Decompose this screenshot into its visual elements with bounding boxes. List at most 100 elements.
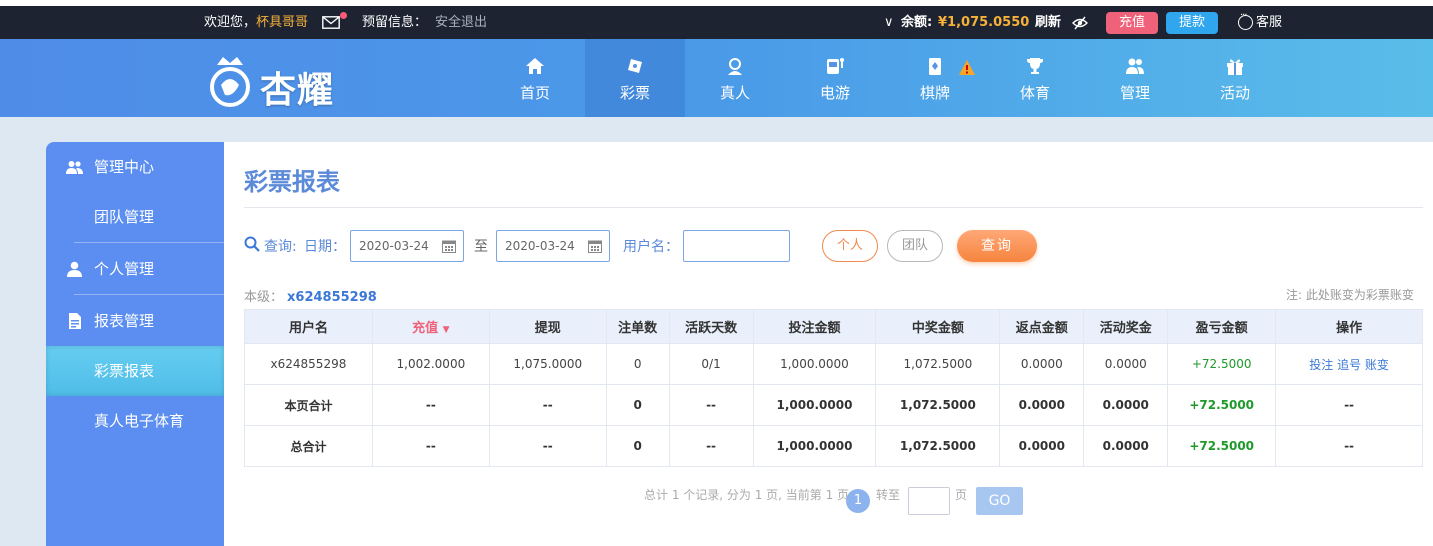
page-total-rebate: 0.0000 xyxy=(999,384,1085,426)
query-label: 查询: xyxy=(264,239,297,255)
grand-total-orders: 0 xyxy=(605,425,670,467)
col-profit-loss[interactable]: 盈亏金额 xyxy=(1167,309,1277,344)
date-from-input[interactable]: 2020-03-24 xyxy=(350,230,464,262)
level-user[interactable]: x624855298 xyxy=(287,290,377,305)
grand-total-bet: 1,000.0000 xyxy=(752,425,877,467)
nav-slots[interactable]: 电游 xyxy=(785,39,885,117)
slot-machine-icon xyxy=(827,58,844,74)
col-recharge-label: 充值 xyxy=(412,321,439,336)
live-dealer-icon xyxy=(728,58,742,75)
balance-value: ¥1,075.0550 xyxy=(938,15,1030,30)
col-win-amount[interactable]: 中奖金额 xyxy=(875,309,1001,344)
chase-link[interactable]: 追号 xyxy=(1337,358,1361,372)
calendar-icon[interactable] xyxy=(588,239,602,253)
team-button[interactable]: 团队 xyxy=(887,230,943,262)
col-event-bonus[interactable]: 活动奖金 xyxy=(1083,309,1169,344)
nickname[interactable]: 杯具哥哥 xyxy=(256,15,308,30)
refresh-link[interactable]: 刷新 xyxy=(1035,6,1061,39)
sidebar-group-management[interactable]: 管理中心 xyxy=(46,142,224,192)
sidebar-item-team-label: 团队管理 xyxy=(94,208,155,226)
sidebar-item-lottery-report[interactable]: 彩票报表 xyxy=(46,346,224,396)
sidebar-divider xyxy=(74,294,224,295)
withdraw-button[interactable]: 提款 xyxy=(1166,12,1218,34)
col-active-days[interactable]: 活跃天数 xyxy=(668,309,754,344)
report-icon xyxy=(69,313,81,329)
welcome-text: 欢迎您，杯具哥哥 xyxy=(204,6,308,39)
cell-event-bonus: 0.0000 xyxy=(1083,343,1169,385)
pager-page-unit: 页 xyxy=(955,488,968,502)
sidebar-divider xyxy=(74,242,224,243)
unread-dot xyxy=(340,12,347,19)
main-nav: 杏耀 首页 彩票 真人 电游 棋牌 体育 管理 活动 xyxy=(0,39,1433,117)
page-total-row: 本页合计 -- -- 0 -- 1,000.0000 1,072.5000 0.… xyxy=(244,384,1423,426)
customer-service-link[interactable]: 客服 xyxy=(1256,6,1282,39)
grand-total-rebate: 0.0000 xyxy=(999,425,1085,467)
username-input[interactable] xyxy=(683,230,790,262)
grand-total-withdraw: -- xyxy=(488,425,607,467)
users-icon xyxy=(1126,58,1144,74)
nav-home[interactable]: 首页 xyxy=(485,39,585,117)
sidebar-item-lottery-report-label: 彩票报表 xyxy=(94,362,155,380)
logo-text: 杏耀 xyxy=(260,70,335,111)
team-icon xyxy=(66,161,83,174)
logo-emblem-icon xyxy=(210,57,250,107)
page-total-withdraw: -- xyxy=(488,384,607,426)
bet-link[interactable]: 投注 xyxy=(1309,358,1333,372)
sidebar-group-reports[interactable]: 报表管理 xyxy=(46,296,224,346)
col-orders[interactable]: 注单数 xyxy=(605,309,670,344)
pager-goto-input[interactable] xyxy=(908,487,950,515)
username-label: 用户名： xyxy=(623,239,679,255)
title-divider xyxy=(244,207,1423,208)
nav-live-label: 真人 xyxy=(719,84,750,102)
chat-icon[interactable] xyxy=(1238,10,1253,30)
sidebar: 管理中心 团队管理 个人管理 报表管理 彩票报表 真人电子体育 xyxy=(46,142,224,546)
page-total-bonus: 0.0000 xyxy=(1083,384,1169,426)
col-recharge[interactable]: 充值 ▼ xyxy=(371,309,490,344)
pager-current-page[interactable]: 1 xyxy=(846,489,870,513)
personal-button[interactable]: 个人 xyxy=(822,230,878,262)
grand-total-bonus: 0.0000 xyxy=(1083,425,1169,467)
col-actions: 操作 xyxy=(1275,309,1423,344)
pager-goto-label: 转至 xyxy=(876,488,901,502)
notice-label: 预留信息： xyxy=(362,15,428,30)
nav-manage[interactable]: 管理 xyxy=(1085,39,1185,117)
nav-events[interactable]: 活动 xyxy=(1185,39,1285,117)
sidebar-item-live-electronic-sports-label: 真人电子体育 xyxy=(94,412,185,430)
page-total-win: 1,072.5000 xyxy=(875,384,1001,426)
balance-label: 余额: xyxy=(901,15,933,30)
logout-link[interactable]: 安全退出 xyxy=(435,6,487,39)
nav-live[interactable]: 真人 xyxy=(685,39,785,117)
sidebar-group-personal[interactable]: 个人管理 xyxy=(46,244,224,294)
sidebar-item-live-electronic-sports[interactable]: 真人电子体育 xyxy=(46,396,224,446)
logo[interactable]: 杏耀 xyxy=(205,47,355,111)
nav-cards[interactable]: 棋牌 xyxy=(885,39,985,117)
col-rebate-amount[interactable]: 返点金额 xyxy=(999,309,1085,344)
sidebar-group-management-label: 管理中心 xyxy=(94,158,155,176)
mail-icon[interactable] xyxy=(322,16,340,29)
cell-rebate-amount: 0.0000 xyxy=(999,343,1085,385)
pager-go-button[interactable]: GO xyxy=(976,487,1023,515)
recharge-button[interactable]: 充值 xyxy=(1106,12,1158,34)
chevron-down-icon[interactable]: ∨ xyxy=(884,6,894,39)
grand-total-profit: +72.5000 xyxy=(1167,425,1277,467)
cell-withdraw: 1,075.0000 xyxy=(488,343,607,385)
page-total-actions: -- xyxy=(1275,384,1423,426)
account-change-link[interactable]: 账变 xyxy=(1365,358,1389,372)
nav-slots-label: 电游 xyxy=(819,84,850,102)
col-bet-amount[interactable]: 投注金额 xyxy=(752,309,877,344)
sidebar-item-team[interactable]: 团队管理 xyxy=(46,192,224,242)
nav-lottery-label: 彩票 xyxy=(619,84,650,102)
nav-sports[interactable]: 体育 xyxy=(985,39,1085,117)
query-button[interactable]: 查询 xyxy=(957,230,1037,262)
date-to-input[interactable]: 2020-03-24 xyxy=(496,230,610,262)
nav-lottery[interactable]: 彩票 xyxy=(585,39,685,117)
eye-slash-icon[interactable] xyxy=(1072,16,1088,30)
table-header-row: 用户名 充值 ▼ 提现 注单数 活跃天数 投注金额 中奖金额 返点金额 活动奖金… xyxy=(244,309,1423,344)
calendar-icon[interactable] xyxy=(442,239,456,253)
cell-username: x624855298 xyxy=(244,343,373,385)
cell-actions: 投注 追号 账变 xyxy=(1275,343,1423,385)
cell-profit-loss: +72.5000 xyxy=(1167,343,1277,385)
col-username[interactable]: 用户名 xyxy=(244,309,373,344)
grand-total-label: 总合计 xyxy=(244,425,373,467)
col-withdraw[interactable]: 提现 xyxy=(488,309,607,344)
